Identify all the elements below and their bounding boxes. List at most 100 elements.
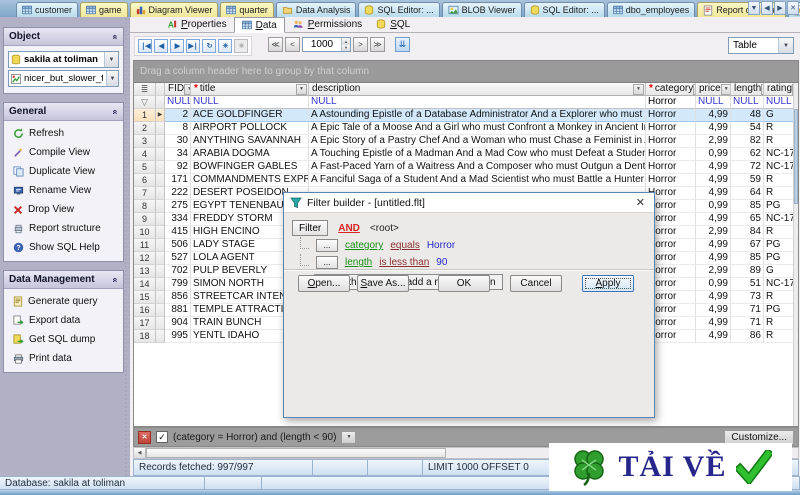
tab-data[interactable]: Data (233, 17, 285, 33)
column-header-fid[interactable]: FID▼ (165, 83, 191, 96)
column-filter-dropdown[interactable]: ▼ (720, 83, 730, 95)
cell-price[interactable]: 4,99 (696, 291, 731, 304)
cell-length[interactable]: 85 (731, 200, 764, 213)
cell-length[interactable]: 62 (731, 148, 764, 161)
object-select-sakila-at-toliman[interactable]: sakila at toliman ▼ (8, 51, 119, 68)
hscroll-thumb[interactable] (146, 448, 446, 458)
cell-rating[interactable]: R (764, 174, 795, 187)
document-tab-diagram-viewer[interactable]: Diagram Viewer (129, 2, 219, 17)
cell-title[interactable]: ARABIA DOGMA (191, 148, 309, 161)
cell-price[interactable]: 4,99 (696, 252, 731, 265)
cell-length[interactable]: 89 (731, 265, 764, 278)
prior-record-button[interactable]: ◀ (154, 39, 168, 53)
spin-down-button[interactable]: ▼ (342, 44, 350, 51)
cell-fid[interactable]: 995 (165, 330, 191, 343)
cell-fid[interactable]: 799 (165, 278, 191, 291)
document-tab-quarter[interactable]: quarter (220, 2, 274, 17)
cell-price[interactable]: 2,99 (696, 135, 731, 148)
close-icon[interactable]: ✕ (633, 196, 648, 209)
cell-length[interactable]: 54 (731, 122, 764, 135)
open-button[interactable]: Open... (298, 275, 350, 292)
cell-length[interactable]: 82 (731, 135, 764, 148)
filter-cell-fid[interactable]: NULL (165, 96, 191, 109)
sidebar-item-report-structure[interactable]: Report structure (6, 219, 121, 238)
cell-rating[interactable]: R (764, 187, 795, 200)
cell-fid[interactable]: 222 (165, 187, 191, 200)
sidebar-item-refresh[interactable]: Refresh (6, 124, 121, 143)
cell-rating[interactable]: PG (764, 239, 795, 252)
condition-menu-button[interactable]: ... (316, 239, 338, 252)
column-header-rating[interactable]: rating▼ (764, 83, 795, 96)
object-select-nicer-but-slower-film[interactable]: nicer_but_slower_film▼ (8, 70, 119, 87)
document-tab-game[interactable]: game (80, 2, 128, 17)
cell-desc[interactable]: A Fanciful Saga of a Student And a Mad S… (309, 174, 646, 187)
cell-desc[interactable]: A Astounding Epistle of a Database Admin… (309, 109, 646, 122)
cell-rating[interactable]: R (764, 317, 795, 330)
filter-operator-link[interactable]: AND (338, 223, 360, 234)
table-row[interactable]: 3 30 ANYTHING SAVANNAH A Epic Story of a Pa… (134, 135, 798, 148)
filter-root-button[interactable]: Filter (292, 220, 329, 236)
cell-length[interactable]: 67 (731, 239, 764, 252)
cell-rating[interactable]: R (764, 291, 795, 304)
cell-fid[interactable]: 506 (165, 239, 191, 252)
cell-title[interactable]: AIRPORT POLLOCK (191, 122, 309, 135)
document-tab-customer[interactable]: customer (16, 2, 79, 17)
cell-title[interactable]: ANYTHING SAVANNAH (191, 135, 309, 148)
cell-category[interactable]: Horror (646, 135, 696, 148)
cell-category[interactable]: Horror (646, 122, 696, 135)
filter-history-dropdown[interactable]: ▼ (341, 430, 357, 444)
cell-rating[interactable]: PG (764, 304, 795, 317)
cell-price[interactable]: 4,99 (696, 109, 731, 122)
document-tab-sql-editor-[interactable]: SQL Editor: ... (358, 2, 440, 17)
cell-length[interactable]: 64 (731, 187, 764, 200)
tab-scroll-left-button[interactable]: ◀ (761, 1, 773, 15)
cell-fid[interactable]: 30 (165, 135, 191, 148)
column-filter-dropdown[interactable]: ▼ (633, 83, 644, 95)
sidebar-item-show-sql-help[interactable]: ? Show SQL Help (6, 238, 121, 257)
cell-price[interactable]: 0,99 (696, 200, 731, 213)
cell-category[interactable]: Horror (646, 174, 696, 187)
cell-rating[interactable]: NC-17 (764, 161, 795, 174)
column-header-description[interactable]: description ▼ (309, 83, 646, 96)
column-header-price[interactable]: price ▼ (696, 83, 731, 96)
cell-length[interactable]: 71 (731, 304, 764, 317)
sidebar-item-generate-query[interactable]: Generate query (6, 292, 121, 311)
view-mode-select[interactable]: Table ▼ (728, 37, 794, 54)
cell-length[interactable]: 86 (731, 330, 764, 343)
sidebar-item-rename-view[interactable]: Rename View (6, 181, 121, 200)
save-as-button[interactable]: Save As... (357, 275, 409, 292)
last-record-button[interactable]: ▶❘ (186, 39, 200, 53)
column-header-category[interactable]: *category▼ (646, 83, 696, 96)
condition-menu-button[interactable]: ... (316, 256, 338, 269)
cell-rating[interactable]: PG (764, 252, 795, 265)
filter-cell-category[interactable]: Horror (646, 96, 696, 109)
cell-title[interactable]: BOWFINGER GABLES (191, 161, 309, 174)
tab-sql[interactable]: SQL (369, 16, 417, 32)
cell-title[interactable]: COMMANDMENTS EXPRESS (191, 174, 309, 187)
tab-list-button[interactable]: ▼ (748, 1, 760, 15)
sidebar-item-drop-view[interactable]: Drop View (6, 200, 121, 219)
dialog-titlebar[interactable]: Filter builder - [untitled.flt] ✕ (284, 193, 654, 213)
cell-length[interactable]: 65 (731, 213, 764, 226)
condition-value-link[interactable]: 90 (436, 257, 447, 268)
cell-price[interactable]: 0,99 (696, 148, 731, 161)
first-page-button[interactable]: ≪ (268, 37, 283, 52)
condition-field-link[interactable]: category (345, 240, 383, 251)
column-filter-dropdown[interactable]: ▼ (296, 83, 307, 95)
cell-rating[interactable]: NC-17 (764, 278, 795, 291)
document-tab-blob-viewer[interactable]: BLOB Viewer (441, 2, 522, 17)
cell-price[interactable]: 4,99 (696, 187, 731, 200)
cell-rating[interactable]: NC-17 (764, 148, 795, 161)
cell-title[interactable]: ACE GOLDFINGER (191, 109, 309, 122)
group-by-panel[interactable]: Drag a column header here to group by th… (134, 61, 798, 83)
cell-category[interactable]: Horror (646, 161, 696, 174)
cell-fid[interactable]: 881 (165, 304, 191, 317)
cell-category[interactable]: Horror (646, 109, 696, 122)
cell-rating[interactable]: G (764, 265, 795, 278)
cell-desc[interactable]: A Epic Tale of a Moose And a Girl who mu… (309, 122, 646, 135)
document-tab-sql-editor-[interactable]: SQL Editor: ... (523, 2, 605, 17)
cell-desc[interactable]: A Epic Story of a Pastry Chef And a Woma… (309, 135, 646, 148)
column-header-length[interactable]: length▼ (731, 83, 764, 96)
cell-length[interactable]: 84 (731, 226, 764, 239)
sidebar-item-duplicate-view[interactable]: Duplicate View (6, 162, 121, 181)
